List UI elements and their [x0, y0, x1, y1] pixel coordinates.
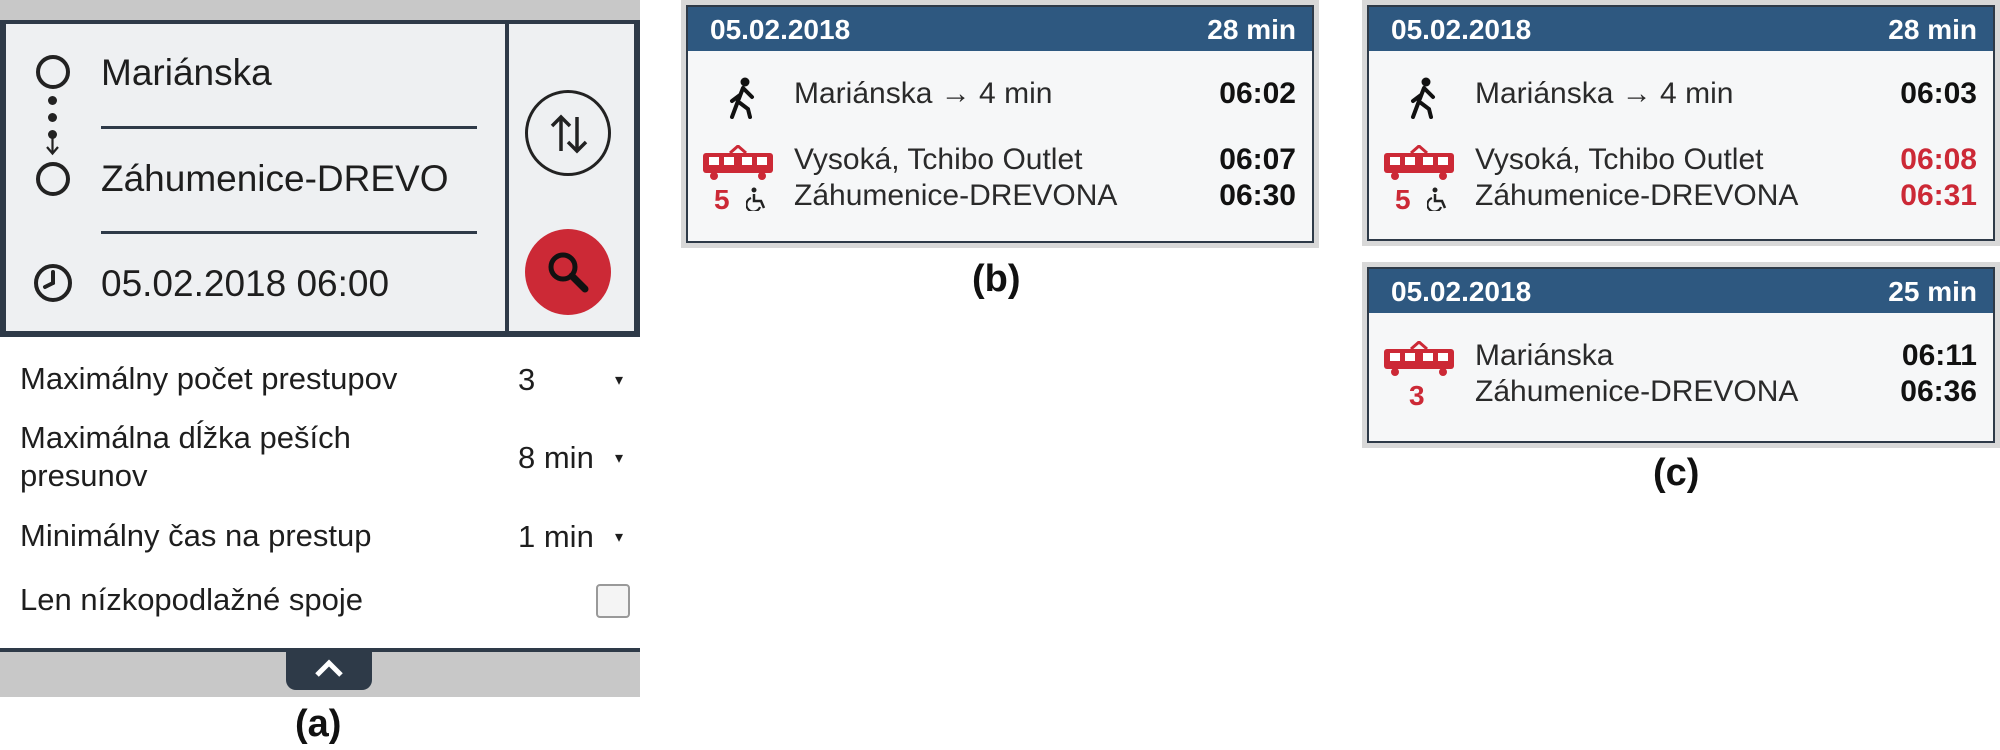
trip-duration: 28 min [1207, 14, 1296, 45]
caption-a: (a) [295, 703, 342, 745]
swap-icon [546, 111, 592, 157]
arrival-time: 06:36 [1900, 375, 1977, 408]
low-floor-label: Len nízkopodlažné spoje [20, 582, 363, 617]
clock-icon [32, 262, 74, 304]
walk-icon [728, 77, 758, 119]
destination-circle-icon [36, 162, 70, 196]
boarding-stop: Vysoká, Tchibo Outlet [794, 143, 1083, 176]
line-number: 5 [1395, 184, 1411, 215]
alighting-stop: Záhumenice-DREVONA [794, 179, 1118, 212]
trip-header: 05.02.2018 28 min [1369, 7, 1993, 51]
destination-underline [101, 231, 477, 234]
form-divider [505, 24, 509, 337]
min-transfer-time-select[interactable]: 1 min [518, 519, 594, 555]
trip-date: 05.02.2018 [1391, 14, 1532, 45]
origin-field[interactable]: Mariánska [101, 52, 272, 94]
caption-b: (b) [972, 258, 1021, 300]
trip-date: 05.02.2018 [710, 14, 851, 45]
wheelchair-icon [1427, 187, 1449, 211]
boarding-stop: Mariánska [1475, 339, 1614, 372]
walk-icon [1409, 77, 1439, 119]
swap-button[interactable] [525, 90, 611, 176]
tram-icon [1381, 341, 1457, 377]
chevron-down-icon[interactable]: ▾ [615, 527, 623, 547]
walk-segment: Mariánska → 4 min [1475, 77, 1734, 110]
trip-card[interactable]: 05.02.2018 28 min Mariánska → 4 min 06:0… [681, 0, 1319, 248]
chevron-down-icon[interactable]: ▾ [615, 370, 623, 390]
tram-icon [700, 145, 776, 181]
datetime-field[interactable]: 05.02.2018 06:00 [101, 263, 389, 305]
max-transfers-select[interactable]: 3 [518, 362, 535, 398]
trip-duration: 25 min [1888, 276, 1977, 307]
min-transfer-time-label: Minimálny čas na prestup [20, 518, 372, 553]
departure-time: 06:11 [1901, 339, 1977, 372]
search-icon [545, 249, 591, 295]
trip-duration: 28 min [1888, 14, 1977, 45]
low-floor-checkbox[interactable] [596, 584, 630, 618]
trip-card[interactable]: 05.02.2018 28 min Mariánska → 4 min 06:0… [1362, 0, 2000, 246]
arrow-down-icon [45, 136, 60, 156]
max-walk-label: Maximálna dĺžka peších presunov [20, 420, 351, 493]
walk-time: 06:03 [1900, 77, 1977, 110]
max-transfers-label: Maximálny počet prestupov [20, 361, 398, 396]
walk-time: 06:02 [1219, 77, 1296, 110]
departure-time-delayed: 06:08 [1900, 143, 1977, 176]
departure-time: 06:07 [1219, 143, 1296, 176]
trip-header: 05.02.2018 28 min [688, 7, 1312, 51]
destination-field[interactable]: Záhumenice-DREVO [101, 158, 449, 200]
top-bar [0, 0, 640, 24]
max-walk-select[interactable]: 8 min [518, 440, 594, 476]
alighting-stop: Záhumenice-DREVONA [1475, 375, 1799, 408]
chevron-up-icon [313, 657, 345, 679]
alighting-stop: Záhumenice-DREVONA [1475, 179, 1799, 212]
line-number: 5 [714, 184, 730, 215]
boarding-stop: Vysoká, Tchibo Outlet [1475, 143, 1764, 176]
trip-header: 05.02.2018 25 min [1369, 269, 1993, 313]
trip-date: 05.02.2018 [1391, 276, 1532, 307]
search-panel: Mariánska Záhumenice-DREVO 05.02.2018 06… [0, 0, 640, 697]
arrival-time: 06:30 [1219, 179, 1296, 212]
caption-c: (c) [1653, 452, 1700, 494]
origin-underline [101, 126, 477, 129]
collapse-button[interactable] [286, 648, 372, 690]
wheelchair-icon [746, 187, 768, 211]
arrival-time-delayed: 06:31 [1900, 179, 1977, 212]
trip-card[interactable]: 05.02.2018 25 min 3 Mariánska 06:11 Záhu… [1362, 262, 2000, 448]
origin-circle-icon [36, 55, 70, 89]
search-button[interactable] [525, 229, 611, 315]
line-number: 3 [1409, 380, 1425, 411]
chevron-down-icon[interactable]: ▾ [615, 448, 623, 468]
tram-icon [1381, 145, 1457, 181]
walk-segment: Mariánska → 4 min [794, 77, 1053, 110]
